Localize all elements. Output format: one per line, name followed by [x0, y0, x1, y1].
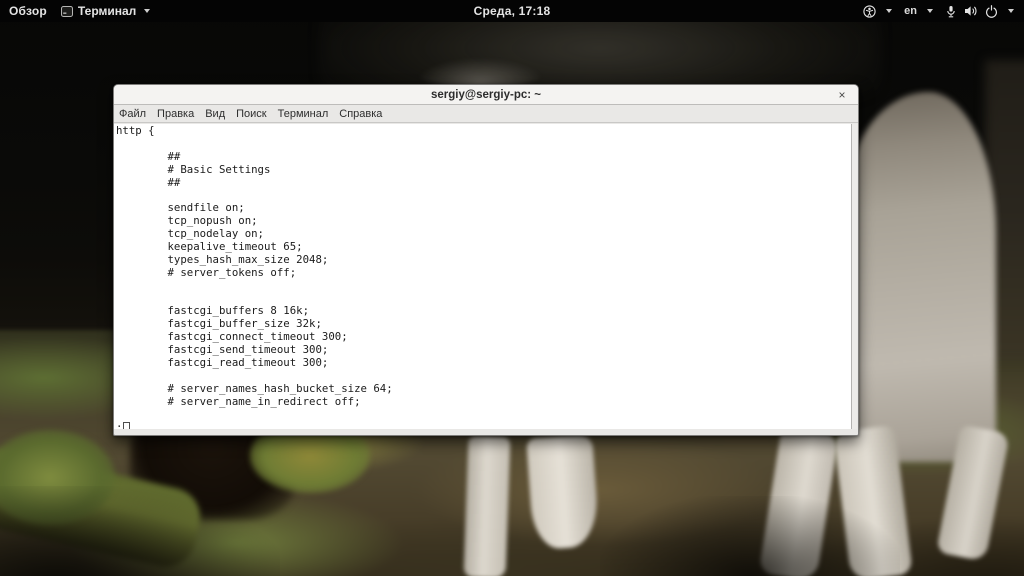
terminal-line	[116, 409, 851, 422]
terminal-output[interactable]: http { ## # Basic Settings ## sendfile o…	[114, 124, 851, 429]
menu-item[interactable]: Вид	[205, 108, 225, 120]
terminal-line	[116, 370, 851, 383]
ground-shadow	[600, 496, 900, 576]
ground-shadow	[0, 486, 280, 576]
wolf-body	[846, 92, 996, 462]
power-icon	[985, 5, 998, 18]
terminal-icon	[61, 6, 73, 17]
menu-item[interactable]: Справка	[339, 108, 382, 120]
window-title: sergiy@sergiy-pc: ~	[431, 89, 541, 101]
pager-prompt: :	[116, 421, 122, 429]
microphone-icon	[945, 5, 957, 18]
gnome-top-bar: Обзор Терминал Среда, 17:18	[0, 0, 1024, 22]
app-menu-button[interactable]: Терминал	[61, 4, 150, 18]
terminal-line: # server_tokens off;	[116, 267, 851, 280]
menu-item[interactable]: Поиск	[236, 108, 266, 120]
terminal-line	[116, 138, 851, 151]
terminal-line: # server_name_in_redirect off;	[116, 396, 851, 409]
close-button[interactable]: ×	[835, 88, 849, 102]
menu-item[interactable]: Терминал	[278, 108, 329, 120]
activities-button[interactable]: Обзор	[9, 4, 47, 18]
accessibility-menu-button[interactable]	[863, 5, 892, 18]
terminal-scrollbar[interactable]	[851, 124, 857, 429]
terminal-line: keepalive_timeout 65;	[116, 241, 851, 254]
accessibility-icon	[863, 5, 876, 18]
wolf-leg	[464, 435, 511, 576]
system-menu-button[interactable]	[945, 5, 1014, 18]
terminal-menubar: Файл Правка Вид Поиск Терминал Справка	[114, 106, 858, 123]
app-menu-label: Терминал	[78, 4, 136, 18]
terminal-cursor	[123, 422, 130, 429]
terminal-line: http {	[116, 125, 851, 138]
terminal-line: ##	[116, 177, 851, 190]
terminal-line: # Basic Settings	[116, 164, 851, 177]
terminal-text: http { ## # Basic Settings ## sendfile o…	[116, 125, 851, 421]
pager-prompt-row: :	[116, 421, 851, 429]
chevron-down-icon	[144, 9, 150, 13]
terminal-line: types_hash_max_size 2048;	[116, 254, 851, 267]
window-titlebar[interactable]: sergiy@sergiy-pc: ~ ×	[114, 85, 858, 105]
language-indicator: en	[904, 5, 917, 17]
clock-button[interactable]: Среда, 17:18	[474, 4, 551, 18]
chevron-down-icon	[927, 9, 933, 13]
chevron-down-icon	[886, 9, 892, 13]
terminal-line	[116, 280, 851, 293]
volume-icon	[964, 5, 978, 17]
terminal-line: # server_names_hash_bucket_size 64;	[116, 383, 851, 396]
terminal-line: fastcgi_read_timeout 300;	[116, 357, 851, 370]
language-menu-button[interactable]: en	[904, 5, 933, 17]
menu-item[interactable]: Файл	[119, 108, 146, 120]
menu-item[interactable]: Правка	[157, 108, 194, 120]
chevron-down-icon	[1008, 9, 1014, 13]
terminal-line: ##	[116, 151, 851, 164]
terminal-window: sergiy@sergiy-pc: ~ × Файл Правка Вид Поиск…	[113, 84, 859, 436]
